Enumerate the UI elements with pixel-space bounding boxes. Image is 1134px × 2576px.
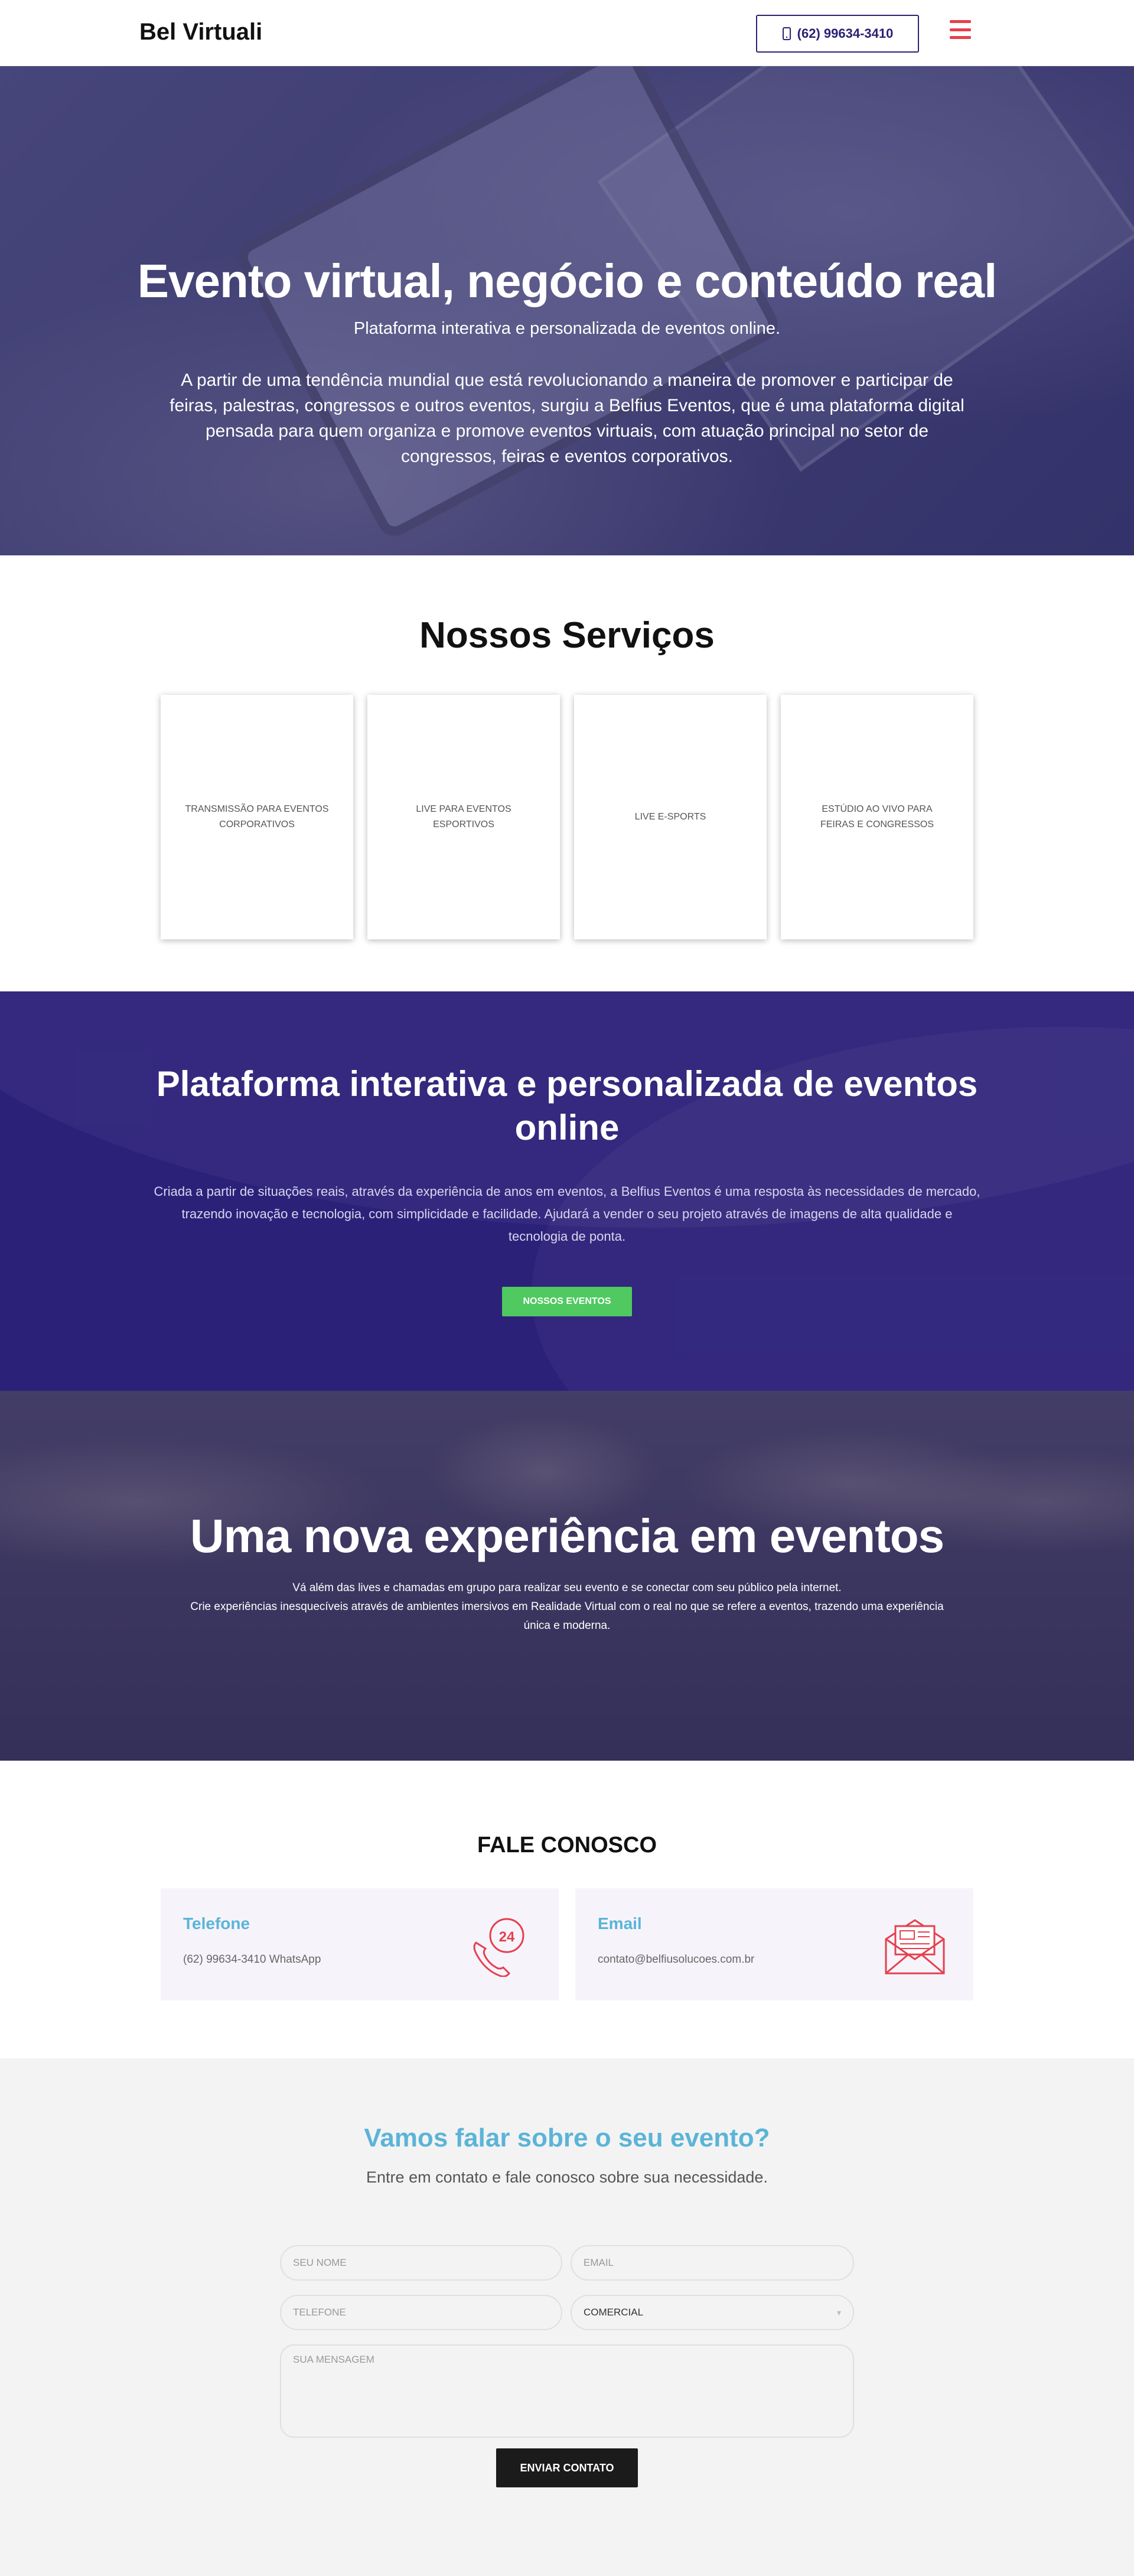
- site-logo[interactable]: Bel Virtuali: [139, 19, 262, 45]
- phone-input[interactable]: TELEFONE: [280, 2295, 562, 2330]
- chevron-down-icon: ▾: [836, 2307, 841, 2317]
- platform-section: Plataforma interativa e personalizada de…: [0, 991, 1134, 1391]
- experience-text: Vá além das lives e chamadas em grupo pa…: [177, 1579, 957, 1635]
- subject-select[interactable]: COMERCIAL ▾: [571, 2295, 854, 2330]
- experience-line-2: Crie experiências inesquecíveis através …: [190, 1601, 944, 1632]
- subject-select-value: COMERCIAL: [584, 2307, 644, 2318]
- experience-line-1: Vá além das lives e chamadas em grupo pa…: [292, 1582, 842, 1594]
- experience-title: Uma nova experiência em eventos: [190, 1510, 944, 1562]
- svg-text:24: 24: [499, 1929, 515, 1945]
- service-card[interactable]: Live para eventos esportivos: [367, 695, 560, 939]
- phone-24h-icon: 24: [473, 1918, 524, 1977]
- menu-icon[interactable]: [950, 20, 971, 39]
- services-title: Nossos Serviços: [419, 615, 715, 656]
- platform-title: Plataforma interativa e personalizada de…: [156, 1064, 978, 1147]
- hero-subtitle: Plataforma interativa e personalizada de…: [353, 319, 781, 338]
- site-header: Bel Virtuali (62) 99634-3410: [0, 0, 1134, 66]
- services-cards: Transmissão para eventos corporativos Li…: [161, 695, 973, 939]
- contact-form-section: Vamos falar sobre o seu evento? Entre em…: [0, 2058, 1134, 2576]
- newsletter-envelope-icon: [885, 1919, 945, 1975]
- form-title: Vamos falar sobre o seu evento?: [364, 2123, 770, 2152]
- platform-text: Criada a partir de situações reais, atra…: [154, 1184, 980, 1244]
- services-section: Nossos Serviços Transmissão para eventos…: [0, 555, 1134, 991]
- our-events-button[interactable]: NOSSOS EVENTOS: [502, 1287, 632, 1316]
- phone-contact-card: Telefone (62) 99634-3410 WhatsApp 24: [161, 1888, 559, 2001]
- name-input[interactable]: SEU NOME: [280, 2245, 562, 2281]
- service-card[interactable]: Live e-sports: [574, 695, 767, 939]
- phone-button-label: (62) 99634-3410: [797, 26, 894, 41]
- hero-section: Evento virtual, negócio e conteúdo real …: [0, 66, 1134, 555]
- service-card[interactable]: Transmissão para eventos corporativos: [161, 695, 353, 939]
- form-subtitle: Entre em contato e fale conosco sobre su…: [366, 2168, 768, 2186]
- phone-button[interactable]: (62) 99634-3410: [756, 15, 919, 53]
- email-input[interactable]: EMAIL: [571, 2245, 854, 2281]
- mobile-phone-icon: [782, 27, 791, 40]
- service-card[interactable]: Estúdio ao vivo para feiras e congressos: [781, 695, 973, 939]
- experience-section: Uma nova experiência em eventos Vá além …: [0, 1391, 1134, 1761]
- hero-paragraph: A partir de uma tendência mundial que es…: [170, 370, 964, 466]
- message-textarea[interactable]: SUA MENSAGEM: [280, 2344, 854, 2438]
- contact-title: FALE CONOSCO: [477, 1833, 657, 1858]
- email-contact-card: Email contato@belfiusolucoes.com.br: [575, 1888, 973, 2001]
- submit-button[interactable]: ENVIAR CONTATO: [496, 2448, 638, 2487]
- contact-section: FALE CONOSCO Telefone (62) 99634-3410 Wh…: [0, 1761, 1134, 2058]
- hero-title: Evento virtual, negócio e conteúdo real: [137, 255, 998, 307]
